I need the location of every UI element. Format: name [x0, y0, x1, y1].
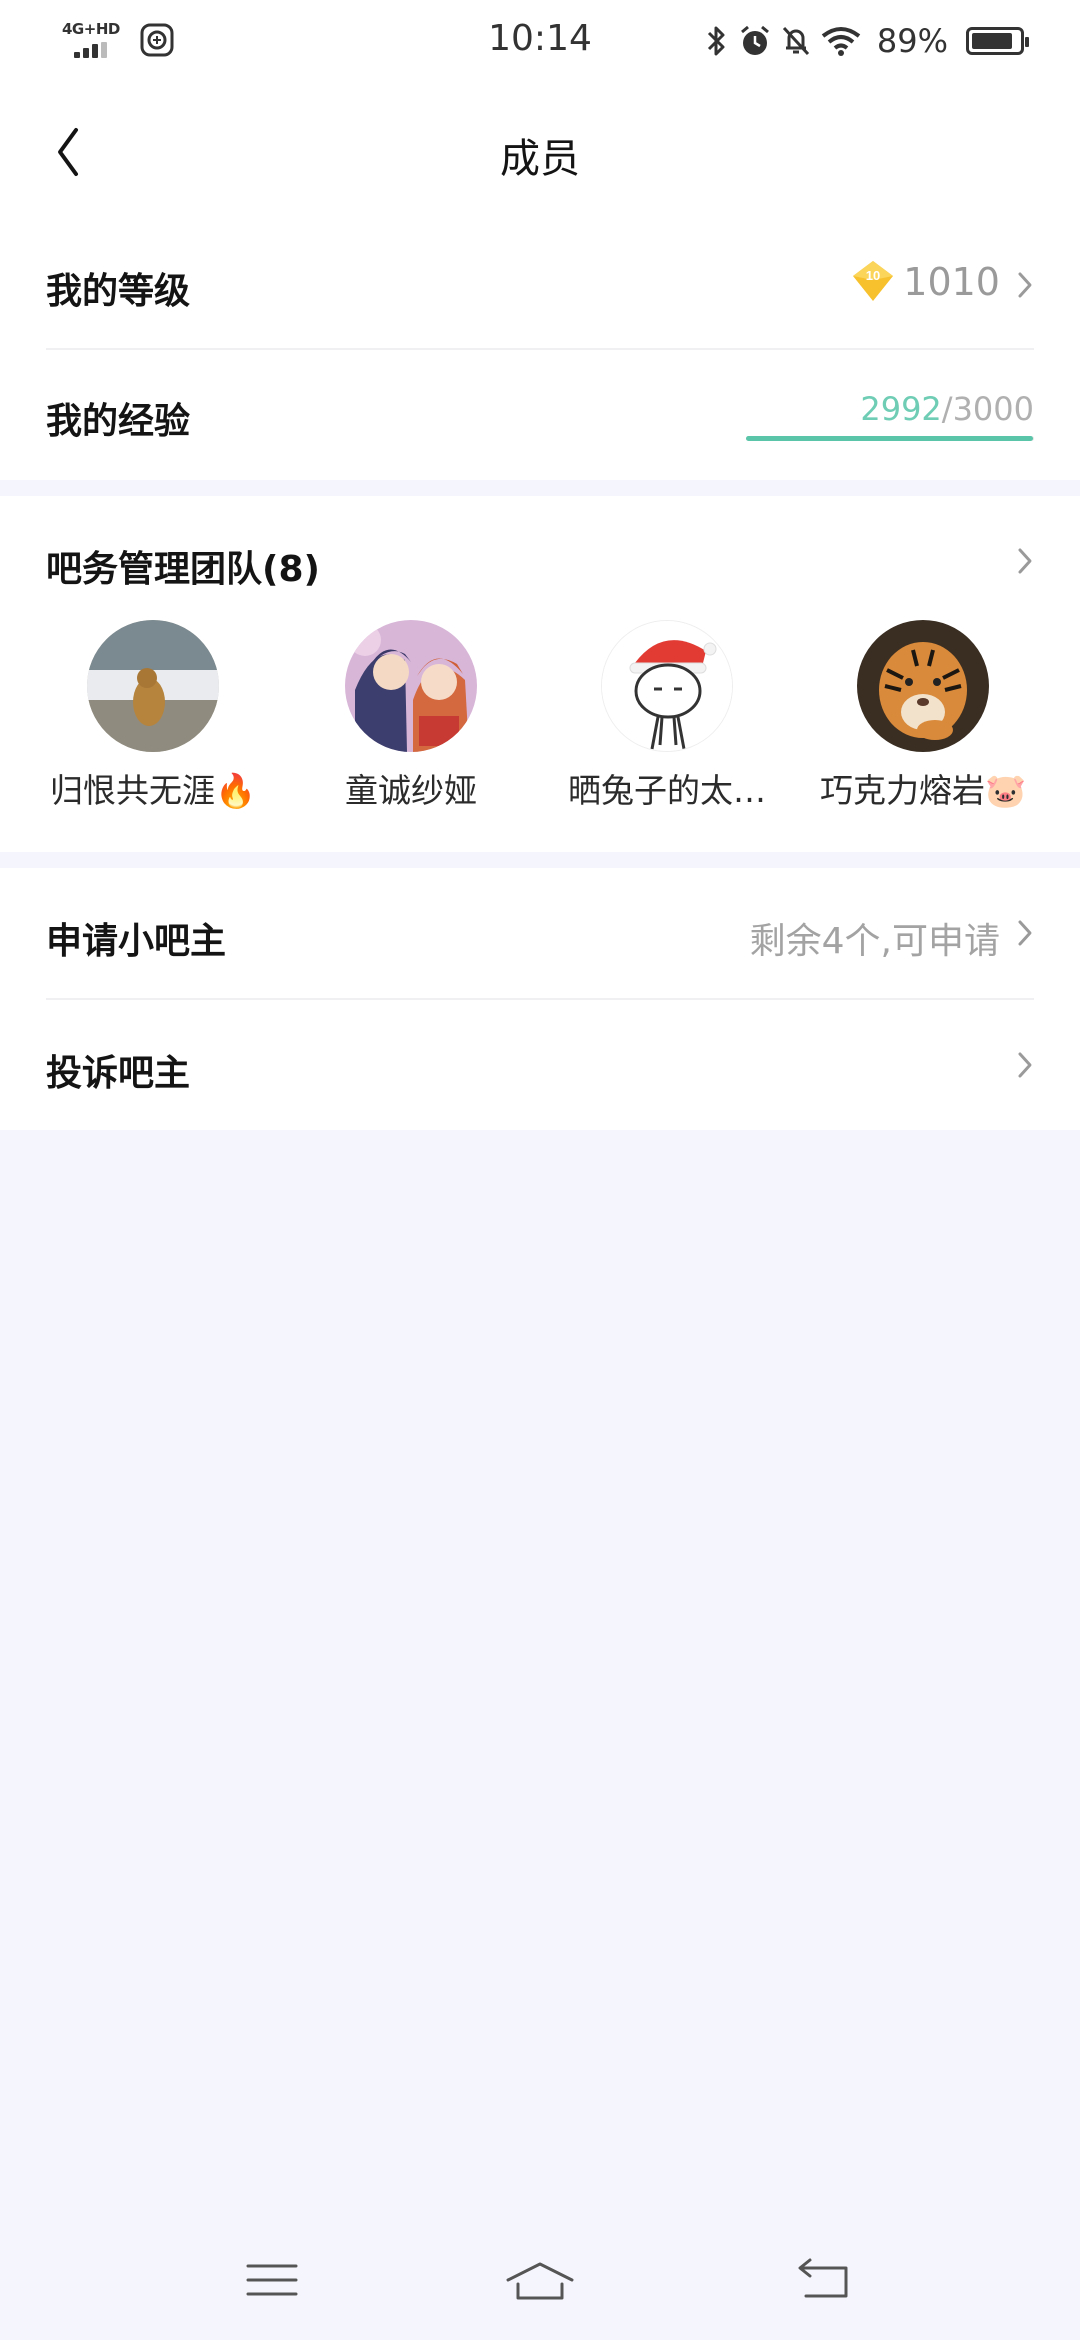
member-name: 童诚纱娅	[345, 771, 477, 810]
chevron-right-icon	[1018, 920, 1032, 946]
status-right-group: 89%	[705, 22, 1029, 60]
chevron-right-icon	[1018, 1052, 1032, 1078]
page-header: 成员	[0, 84, 1080, 220]
battery-fill	[972, 33, 1013, 49]
exp-progress-fill	[746, 436, 1034, 441]
team-header-row[interactable]: 吧务管理团队(8)	[46, 496, 1034, 608]
members-page: 4G+HD 10:14 89% 成员 我的等级 10 1010 我的经验 299…	[0, 0, 1080, 2340]
wifi-icon	[821, 27, 861, 56]
avatar-santa-hat-cartoon	[602, 621, 732, 751]
chevron-right-icon	[1018, 548, 1032, 574]
level-label: 我的等级	[46, 271, 191, 312]
battery-percent: 89%	[876, 22, 948, 60]
team-member[interactable]: 童诚纱娅	[286, 620, 536, 812]
level-value: 1010	[903, 260, 1000, 304]
level-section: 我的等级 10 1010 我的经验 2992/3000	[0, 220, 1080, 480]
exp-value: 2992/3000	[860, 390, 1034, 428]
avatar-landscape-photo	[87, 620, 219, 752]
exp-progress-bar	[746, 436, 1034, 441]
chevron-right-icon	[1018, 272, 1032, 298]
alarm-icon	[740, 25, 769, 55]
actions-section: 申请小吧主 剩余4个,可申请 投诉吧主	[0, 868, 1080, 1130]
mute-icon	[782, 26, 809, 56]
avatar	[857, 620, 989, 752]
system-nav-bar	[0, 2220, 1080, 2340]
team-title: 吧务管理团队(8)	[46, 549, 320, 590]
back-icon[interactable]	[784, 2250, 864, 2310]
apply-hint: 剩余4个,可申请	[749, 921, 1000, 962]
avatar	[345, 620, 477, 752]
level-badge-icon: 10	[853, 261, 893, 301]
exp-max: 3000	[952, 390, 1034, 428]
apply-row[interactable]: 申请小吧主 剩余4个,可申请	[46, 868, 1034, 998]
avatar	[601, 620, 733, 752]
complain-label: 投诉吧主	[46, 1053, 191, 1094]
team-member[interactable]: 巧克力熔岩🐷	[798, 620, 1048, 812]
level-row[interactable]: 我的等级 10 1010	[46, 220, 1034, 350]
avatar-tiger-photo	[857, 620, 989, 752]
member-name: 巧克力熔岩🐷	[819, 771, 1027, 810]
avatar-anime-couple	[345, 620, 477, 752]
exp-separator: /	[941, 390, 953, 428]
apply-label: 申请小吧主	[46, 921, 227, 962]
member-name: 晒兔子的太…	[568, 771, 766, 810]
team-member[interactable]: 晒兔子的太…	[542, 620, 792, 812]
complain-row[interactable]: 投诉吧主	[46, 1000, 1034, 1130]
avatar	[87, 620, 219, 752]
page-title: 成员	[500, 136, 580, 182]
bluetooth-icon	[707, 26, 725, 56]
level-badge-text: 10	[866, 268, 880, 283]
team-section: 吧务管理团队(8) 归恨共无涯🔥 童诚纱娅 晒兔子的太… 巧克力熔岩🐷	[0, 496, 1080, 852]
home-icon[interactable]	[500, 2250, 580, 2310]
member-name: 归恨共无涯🔥	[49, 771, 257, 810]
team-member-list: 归恨共无涯🔥 童诚纱娅 晒兔子的太… 巧克力熔岩🐷	[0, 620, 1080, 820]
exp-row: 我的经验 2992/3000	[46, 350, 1034, 480]
exp-label: 我的经验	[46, 401, 191, 442]
menu-icon[interactable]	[232, 2250, 312, 2310]
team-member[interactable]: 归恨共无涯🔥	[28, 620, 278, 812]
battery-icon	[966, 27, 1029, 55]
status-bar: 4G+HD 10:14 89%	[0, 0, 1080, 84]
exp-current: 2992	[860, 390, 942, 428]
